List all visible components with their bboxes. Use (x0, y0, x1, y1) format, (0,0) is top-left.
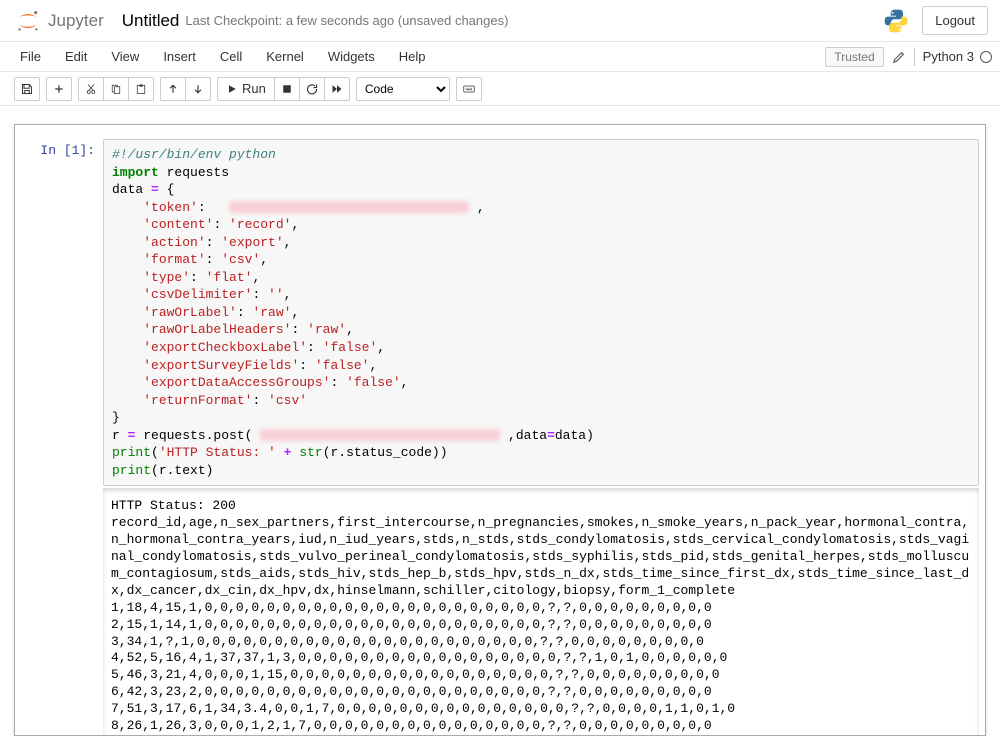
checkpoint-text: Last Checkpoint: a few seconds ago (unsa… (185, 13, 508, 28)
brand-text: Jupyter (48, 11, 104, 31)
save-icon (21, 83, 33, 95)
run-label: Run (242, 81, 266, 96)
trusted-indicator[interactable]: Trusted (825, 47, 883, 67)
output-text: HTTP Status: 200 record_id,age,n_sex_par… (103, 488, 979, 734)
menu-view[interactable]: View (99, 43, 151, 70)
copy-button[interactable] (103, 77, 129, 101)
menubar: File Edit View Insert Cell Kernel Widget… (0, 42, 1000, 72)
code-editor[interactable]: #!/usr/bin/env python import requests da… (103, 139, 979, 486)
notebook: In [1]: #!/usr/bin/env python import req… (14, 124, 986, 736)
output-cell: HTTP Status: 200 record_id,age,n_sex_par… (15, 488, 985, 734)
menu-kernel[interactable]: Kernel (254, 43, 316, 70)
redacted-url (260, 429, 500, 441)
insert-cell-below-button[interactable] (46, 77, 72, 101)
logout-button[interactable]: Logout (922, 6, 988, 35)
restart-icon (306, 83, 318, 95)
notebook-container: In [1]: #!/usr/bin/env python import req… (0, 106, 1000, 736)
interrupt-button[interactable] (274, 77, 300, 101)
keyboard-icon (463, 83, 475, 95)
menu-insert[interactable]: Insert (151, 43, 208, 70)
play-icon (226, 83, 238, 95)
cell-type-select[interactable]: Code (356, 77, 450, 101)
copy-icon (110, 83, 122, 95)
menu-widgets[interactable]: Widgets (316, 43, 387, 70)
command-palette-button[interactable] (456, 77, 482, 101)
input-prompt: In [1]: (21, 139, 103, 486)
kernel-status-icon (980, 51, 992, 63)
redacted-token (229, 201, 469, 213)
menu-cell[interactable]: Cell (208, 43, 254, 70)
fast-forward-icon (331, 83, 343, 95)
restart-button[interactable] (299, 77, 325, 101)
paste-button[interactable] (128, 77, 154, 101)
jupyter-logo[interactable]: Jupyter (6, 7, 112, 35)
stop-icon (281, 83, 293, 95)
paste-icon (135, 83, 147, 95)
menu-help[interactable]: Help (387, 43, 438, 70)
notebook-title[interactable]: Untitled (122, 11, 180, 31)
jupyter-icon (14, 7, 42, 35)
toolbar: Run Code (0, 72, 1000, 106)
restart-run-all-button[interactable] (324, 77, 350, 101)
menu-file[interactable]: File (8, 43, 53, 70)
cut-button[interactable] (78, 77, 104, 101)
move-cell-up-button[interactable] (160, 77, 186, 101)
python-icon (882, 7, 910, 35)
header: Jupyter Untitled Last Checkpoint: a few … (0, 0, 1000, 42)
save-button[interactable] (14, 77, 40, 101)
code-cell[interactable]: In [1]: #!/usr/bin/env python import req… (15, 135, 985, 488)
arrow-up-icon (167, 83, 179, 95)
arrow-down-icon (192, 83, 204, 95)
pencil-icon[interactable] (892, 50, 906, 64)
menu-edit[interactable]: Edit (53, 43, 99, 70)
scissors-icon (85, 83, 97, 95)
kernel-name[interactable]: Python 3 (923, 49, 974, 64)
run-button[interactable]: Run (217, 77, 275, 101)
plus-icon (53, 83, 65, 95)
output-prompt (21, 488, 103, 734)
move-cell-down-button[interactable] (185, 77, 211, 101)
